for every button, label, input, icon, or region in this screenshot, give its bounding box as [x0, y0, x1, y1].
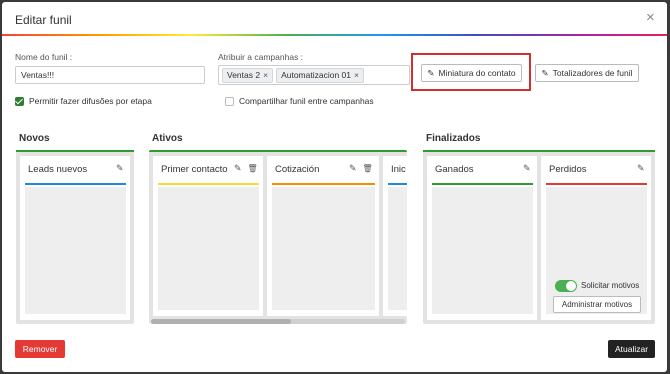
pencil-icon[interactable]	[116, 163, 124, 174]
stage-column[interactable]: Inic	[383, 156, 407, 316]
stage-body	[158, 187, 259, 310]
funnel-totals-button[interactable]: Totalizadores de funil	[535, 64, 639, 82]
campaign-tag: Automatizacion 01 ×	[276, 68, 364, 83]
stage-color-line	[546, 183, 647, 185]
funnel-name-input[interactable]: Ventas!!!	[15, 66, 205, 84]
stage-name: Cotización	[275, 164, 320, 175]
checkbox-checked-icon	[15, 96, 24, 106]
stage-color-line	[158, 183, 259, 185]
modal-title: Editar funil	[15, 13, 72, 27]
tag-remove-icon[interactable]: ×	[263, 70, 268, 80]
stage-column[interactable]: Primer contacto	[153, 156, 263, 316]
update-button[interactable]: Atualizar	[608, 340, 655, 358]
scrollbar-thumb[interactable]	[151, 319, 291, 324]
stage-body	[388, 187, 407, 310]
stage-color-line	[25, 183, 126, 185]
close-icon[interactable]: ×	[646, 10, 655, 25]
stage-color-line	[272, 183, 375, 185]
tag-remove-icon[interactable]: ×	[354, 70, 359, 80]
group-title-novos: Novos	[19, 133, 50, 144]
stage-name: Leads nuevos	[28, 164, 88, 175]
funnel-name-label: Nome do funil :	[15, 52, 73, 62]
edit-funnel-modal: Editar funil × Nome do funil : Ventas!!!…	[2, 2, 667, 372]
group-title-ativos: Ativos	[152, 133, 183, 144]
trash-icon[interactable]	[363, 163, 373, 174]
rainbow-divider	[2, 34, 667, 36]
stage-body	[272, 187, 375, 310]
group-ativos: Primer contacto Cotización Inic	[149, 150, 407, 324]
stage-column[interactable]: Leads nuevos	[20, 156, 130, 320]
pencil-icon	[542, 68, 549, 79]
checkbox-unchecked-icon	[225, 96, 234, 106]
group-title-finalizados: Finalizados	[426, 133, 481, 144]
stage-name: Inic	[391, 164, 406, 175]
group-bar	[423, 150, 655, 152]
group-finalizados: Ganados Perdidos Solicitar motivos Admin…	[423, 150, 655, 324]
stage-column[interactable]: Cotización	[267, 156, 379, 316]
pencil-icon[interactable]	[234, 163, 242, 174]
campaigns-multiselect[interactable]: Ventas 2 × Automatizacion 01 ×	[218, 65, 410, 85]
stage-name: Primer contacto	[161, 164, 228, 175]
stage-name: Ganados	[435, 164, 474, 175]
share-funnel-checkbox[interactable]: Compartilhar funil entre campanhas	[225, 96, 374, 106]
remove-button[interactable]: Remover	[15, 340, 65, 358]
request-reasons-label: Solicitar motivos	[581, 281, 640, 290]
stage-column[interactable]: Perdidos Solicitar motivos Administrar m…	[541, 156, 651, 320]
pencil-icon[interactable]	[349, 163, 357, 174]
group-novos: Leads nuevos	[16, 150, 134, 324]
stage-name: Perdidos	[549, 164, 587, 175]
pencil-icon	[427, 68, 434, 79]
group-bar	[16, 150, 134, 152]
stage-color-line	[432, 183, 533, 185]
stage-body	[546, 187, 647, 314]
contact-thumbnail-button[interactable]: Miniatura do contato	[421, 64, 522, 82]
campaign-tag: Ventas 2 ×	[222, 68, 274, 83]
trash-icon[interactable]	[248, 163, 258, 174]
request-reasons-toggle[interactable]	[555, 280, 577, 292]
stage-body	[432, 187, 533, 314]
campaigns-label: Atribuir a campanhas :	[218, 52, 304, 62]
stage-body	[25, 187, 126, 314]
group-bar	[149, 150, 407, 152]
pencil-icon[interactable]	[523, 163, 531, 174]
stage-column[interactable]: Ganados	[427, 156, 537, 320]
manage-reasons-button[interactable]: Administrar motivos	[553, 296, 641, 313]
stage-color-line	[388, 183, 407, 185]
pencil-icon[interactable]	[637, 163, 645, 174]
allow-broadcasts-checkbox[interactable]: Permitir fazer difusões por etapa	[15, 96, 152, 106]
